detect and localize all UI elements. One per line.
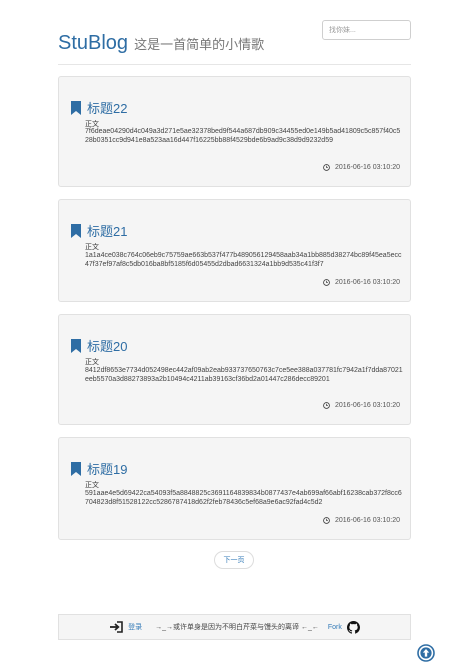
search-input[interactable] <box>322 20 411 40</box>
site-brand[interactable]: StuBlog <box>58 32 128 55</box>
post-meta: 2016-06-16 03:10:20 <box>323 517 400 524</box>
post-card: 标题21 正文 1a1a4ce038c764c06eb9c75759ae663b… <box>58 199 411 302</box>
bookmark-icon <box>71 338 81 353</box>
bookmark-icon <box>71 461 81 476</box>
post-title-row[interactable]: 标题19 <box>71 459 127 478</box>
footer-message: →_→或许单身是因为不明白芹菜与馒头的离谛 ←_← <box>155 624 319 631</box>
bookmark-icon <box>71 100 81 115</box>
next-page-button[interactable]: 下一页 <box>214 551 254 569</box>
post-card: 标题19 正文 591aae4e5d69422ca54093f5a8848825… <box>58 437 411 540</box>
site-header: StuBlog 这是一首简单的小情歌 <box>58 32 264 55</box>
post-meta: 2016-06-16 03:10:20 <box>323 164 400 171</box>
post-title[interactable]: 标题21 <box>87 221 127 240</box>
post-meta: 2016-06-16 03:10:20 <box>323 279 400 286</box>
post-body: 7f6deae04290d4c049a3d271e5ae32378bed9f54… <box>85 128 401 144</box>
post-title[interactable]: 标题22 <box>87 98 127 117</box>
arrow-circle-up-icon[interactable] <box>417 644 435 662</box>
post-body: 1a1a4ce038c764c06eb9c75759ae663b537f477b… <box>85 252 402 268</box>
fork-link[interactable]: Fork <box>328 624 342 631</box>
login-link[interactable]: 登录 <box>128 622 142 632</box>
clock-icon <box>323 279 330 286</box>
site-tagline: 这是一首简单的小情歌 <box>134 37 265 52</box>
sign-in-icon[interactable] <box>109 621 123 633</box>
post-date: 2016-06-16 03:10:20 <box>335 517 400 524</box>
post-date: 2016-06-16 03:10:20 <box>335 402 400 409</box>
bookmark-icon <box>71 223 81 238</box>
post-card: 标题20 正文 8412df8653e7734d052498ec442af09a… <box>58 314 411 425</box>
clock-icon <box>323 517 330 524</box>
post-body: 8412df8653e7734d052498ec442af09ab2eab933… <box>85 367 403 383</box>
clock-icon <box>323 402 330 409</box>
post-title-row[interactable]: 标题21 <box>71 221 127 240</box>
post-date: 2016-06-16 03:10:20 <box>335 164 400 171</box>
header-divider <box>58 64 411 65</box>
post-title[interactable]: 标题20 <box>87 336 127 355</box>
post-title[interactable]: 标题19 <box>87 459 127 478</box>
clock-icon <box>323 164 330 171</box>
site-footer: 登录 →_→或许单身是因为不明白芹菜与馒头的离谛 ←_← Fork <box>58 614 411 640</box>
post-title-row[interactable]: 标题22 <box>71 98 127 117</box>
github-icon[interactable] <box>346 620 360 634</box>
post-date: 2016-06-16 03:10:20 <box>335 279 400 286</box>
post-card: 标题22 正文 7f6deae04290d4c049a3d271e5ae3237… <box>58 76 411 187</box>
post-body: 591aae4e5d69422ca54093f5a8848825c3691164… <box>85 490 402 506</box>
post-meta: 2016-06-16 03:10:20 <box>323 402 400 409</box>
post-title-row[interactable]: 标题20 <box>71 336 127 355</box>
